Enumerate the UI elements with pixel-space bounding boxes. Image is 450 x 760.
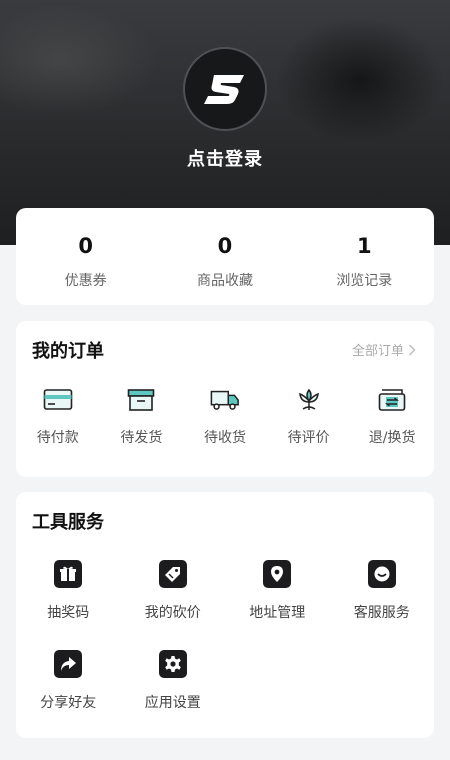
stat-label: 浏览记录 — [336, 273, 393, 289]
tag-icon — [164, 567, 180, 582]
stat-value: 1 — [357, 234, 372, 258]
box-icon — [128, 389, 155, 411]
tool-my-bargain[interactable]: 我的砍价 — [121, 560, 226, 650]
order-returns[interactable]: 退/换货 — [350, 387, 434, 447]
brand-logo-icon — [204, 75, 244, 104]
login-link[interactable]: 点击登录 — [0, 145, 450, 171]
order-pending-receipt[interactable]: 待收货 — [183, 387, 267, 447]
exchange-icon — [378, 389, 406, 411]
tools-title: 工具服务 — [32, 512, 104, 533]
stat-value: 0 — [78, 234, 93, 258]
stat-label: 商品收藏 — [196, 273, 253, 289]
order-pending-shipment[interactable]: 待发货 — [100, 387, 184, 447]
settings-icon — [164, 656, 181, 672]
chevron-right-icon — [409, 344, 416, 355]
tool-share-friends[interactable]: 分享好友 — [16, 650, 121, 740]
order-label: 退/换货 — [368, 430, 416, 446]
orders-card: 我的订单 全部订单 待付款 待发货 待收货 待评价 退/换货 — [16, 321, 434, 477]
share-icon — [61, 657, 77, 671]
stat-history[interactable]: 1 浏览记录 — [295, 208, 434, 305]
tool-lottery-code[interactable]: 抽奖码 — [16, 560, 121, 650]
order-label: 待付款 — [36, 430, 79, 446]
orders-title: 我的订单 — [32, 341, 104, 362]
stat-favorites[interactable]: 0 商品收藏 — [155, 208, 294, 305]
tools-card: 工具服务 抽奖码 我的砍价 地址管理 客服服务 分享好友 应用设置 — [16, 492, 434, 738]
stat-value: 0 — [217, 234, 233, 258]
tool-address-management[interactable]: 地址管理 — [225, 560, 330, 650]
chat-icon — [374, 566, 390, 582]
order-label: 待发货 — [120, 430, 163, 446]
tool-label: 我的砍价 — [144, 605, 201, 621]
tool-label: 分享好友 — [40, 695, 97, 711]
tool-label: 应用设置 — [144, 695, 201, 711]
tool-label: 抽奖码 — [47, 605, 90, 621]
order-label: 待收货 — [203, 430, 246, 446]
order-pending-payment[interactable]: 待付款 — [16, 387, 100, 447]
avatar[interactable] — [183, 47, 267, 131]
stat-coupons[interactable]: 0 优惠券 — [16, 208, 155, 305]
card-icon — [43, 389, 73, 410]
tool-app-settings[interactable]: 应用设置 — [121, 650, 226, 740]
tool-label: 地址管理 — [249, 605, 306, 621]
order-pending-review[interactable]: 待评价 — [267, 387, 351, 447]
truck-icon — [210, 390, 239, 410]
stat-label: 优惠券 — [64, 273, 107, 289]
order-label: 待评价 — [287, 430, 330, 446]
all-orders-label: 全部订单 — [351, 344, 404, 359]
stats-card: 0 优惠券 0 商品收藏 1 浏览记录 — [16, 208, 434, 305]
tool-customer-service[interactable]: 客服服务 — [330, 560, 435, 650]
all-orders-link[interactable]: 全部订单 — [352, 340, 416, 359]
location-pin-icon — [271, 566, 284, 582]
gift-icon — [60, 566, 77, 581]
flower-icon — [298, 388, 319, 410]
tool-label: 客服服务 — [353, 605, 410, 621]
